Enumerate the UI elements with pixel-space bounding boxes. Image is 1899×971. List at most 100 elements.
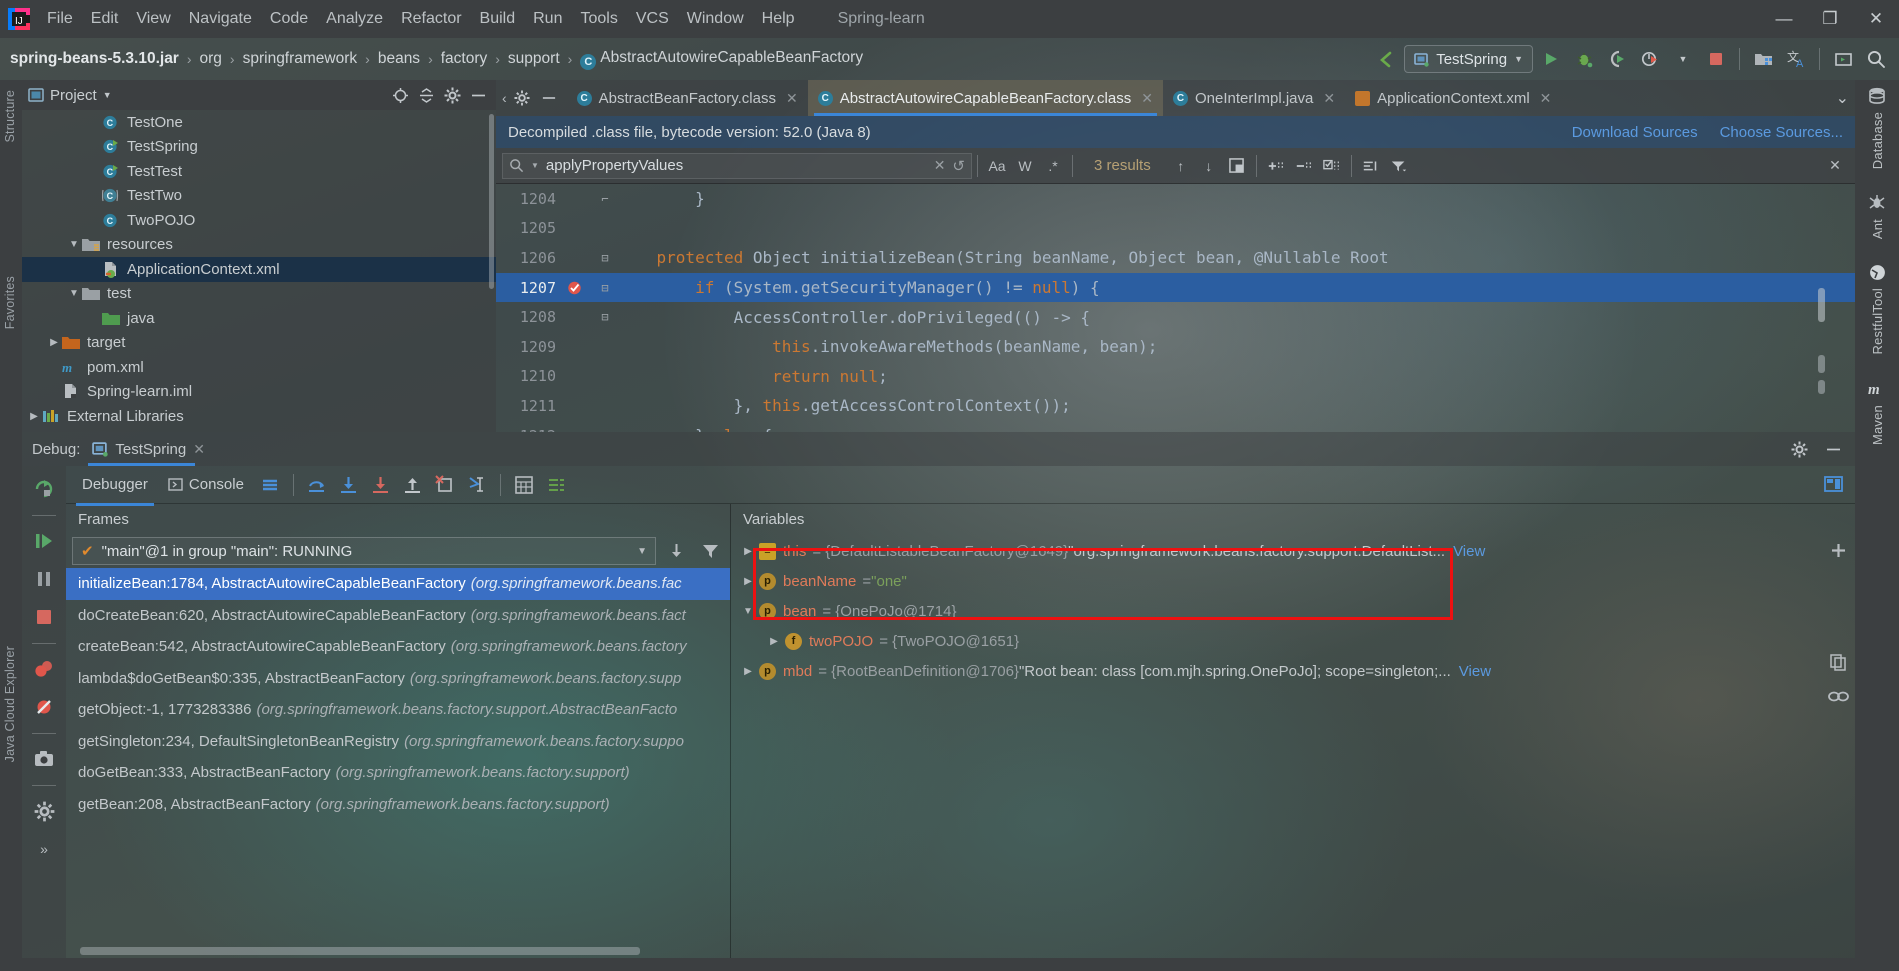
find-input[interactable] xyxy=(545,157,927,174)
tab-console[interactable]: Console xyxy=(160,470,252,499)
menu-item-code[interactable]: Code xyxy=(261,7,317,31)
menu-item-run[interactable]: Run xyxy=(524,7,571,31)
terminal-icon[interactable] xyxy=(1828,44,1858,74)
run-configuration-selector[interactable]: TestSpring ▼ xyxy=(1404,45,1533,73)
run-icon[interactable] xyxy=(1536,44,1566,74)
variable-view-link[interactable]: View xyxy=(1459,663,1491,680)
gear-icon[interactable] xyxy=(1787,437,1811,461)
find-close-button[interactable]: ✕ xyxy=(1821,153,1849,179)
gear-icon[interactable] xyxy=(27,794,61,828)
show-execution-point-icon[interactable] xyxy=(256,471,284,499)
editor-tab-1[interactable]: C AbstractAutowireCapableBeanFactory.clas… xyxy=(807,80,1163,116)
tree-item[interactable]: C TestTwo xyxy=(22,184,496,209)
hide-panel-icon[interactable] xyxy=(1821,437,1845,461)
left-strip-label-cloud[interactable]: Java Cloud Explorer xyxy=(3,640,17,768)
menu-item-view[interactable]: View xyxy=(127,7,179,31)
tree-item[interactable]: C TestTest xyxy=(22,159,496,184)
editor-tab-2[interactable]: C OneInterImpl.java ✕ xyxy=(1163,80,1345,116)
frames-list[interactable]: initializeBean:1784, AbstractAutowireCap… xyxy=(66,568,730,971)
expand-arrow-icon[interactable]: ▶ xyxy=(737,546,759,557)
expand-arrow-icon[interactable]: ▶ xyxy=(737,666,759,677)
code-line[interactable]: 1208 ⊟ AccessController.doPrivileged(() -… xyxy=(496,302,1855,332)
close-button[interactable]: ✕ xyxy=(1853,0,1899,38)
collapse-all-icon[interactable] xyxy=(414,83,438,107)
filter-icon[interactable] xyxy=(696,537,724,565)
editor-vertical-scrollbar[interactable] xyxy=(1818,288,1825,322)
step-into-icon[interactable] xyxy=(335,471,363,499)
locate-icon[interactable] xyxy=(388,83,412,107)
variable-row[interactable]: ▶ p beanName = "one" xyxy=(731,566,1855,596)
tree-item[interactable]: ▼ resources xyxy=(22,233,496,258)
tree-item[interactable]: Spring-learn.iml xyxy=(22,380,496,405)
more-icon[interactable]: » xyxy=(27,832,61,866)
search-everywhere-icon[interactable] xyxy=(1861,44,1891,74)
select-all-occurrences-icon[interactable] xyxy=(1318,153,1346,179)
menu-item-file[interactable]: File xyxy=(38,7,82,31)
code-line[interactable]: 1211 }, this.getAccessControlContext()); xyxy=(496,391,1855,421)
menu-item-window[interactable]: Window xyxy=(678,7,753,31)
breadcrumb-item-1[interactable]: org xyxy=(196,48,226,70)
code-line[interactable]: 1204 ⌐ } xyxy=(496,184,1855,214)
chevron-down-icon[interactable]: ▼ xyxy=(1668,44,1698,74)
screenshot-icon[interactable] xyxy=(27,742,61,776)
thread-selector[interactable]: ✔ "main"@1 in group "main": RUNNING ▼ xyxy=(72,537,656,565)
variable-view-link[interactable]: View xyxy=(1453,543,1485,560)
variable-row[interactable]: ▶ f twoPOJO = {TwoPOJO@1651} xyxy=(731,626,1855,656)
add-watch-icon[interactable] xyxy=(1825,538,1851,562)
find-prev-button[interactable]: ↑ xyxy=(1167,153,1195,179)
evaluate-icon[interactable] xyxy=(510,471,538,499)
frame-row[interactable]: getBean:208, AbstractBeanFactory (org.spr… xyxy=(66,789,730,821)
breadcrumb-item-6[interactable]: C AbstractAutowireCapableBeanFactory xyxy=(576,47,867,72)
right-tool-database[interactable]: Database xyxy=(1867,86,1887,175)
view-breakpoints-icon[interactable] xyxy=(27,652,61,686)
left-strip-label-favorites[interactable]: Favorites xyxy=(3,270,17,335)
editor-tab-3[interactable]: ApplicationContext.xml ✕ xyxy=(1345,80,1561,116)
tree-item[interactable]: m pom.xml xyxy=(22,355,496,380)
code-line[interactable]: 1206 ⊟ protected Object initializeBean(St… xyxy=(496,243,1855,273)
tree-item[interactable]: C TwoPOJO xyxy=(22,208,496,233)
menu-item-tools[interactable]: Tools xyxy=(571,7,626,31)
menu-item-analyze[interactable]: Analyze xyxy=(317,7,392,31)
variables-tree[interactable]: ▶ ≡ this = {DefaultListableBeanFactory@1649… xyxy=(731,534,1855,971)
threads-view-icon[interactable] xyxy=(542,471,570,499)
chevron-down-icon[interactable]: ▼ xyxy=(637,546,647,557)
project-structure-icon[interactable] xyxy=(1748,44,1778,74)
remove-occurrence-icon[interactable] xyxy=(1290,153,1318,179)
download-sources-link[interactable]: Download Sources xyxy=(1572,124,1698,141)
choose-sources-link[interactable]: Choose Sources... xyxy=(1720,124,1843,141)
copy-icon[interactable] xyxy=(1825,650,1851,674)
code-line[interactable]: 1209 this.invokeAwareMethods(beanName, b… xyxy=(496,332,1855,362)
expand-arrow-icon[interactable]: ▶ xyxy=(737,576,759,587)
code-editor[interactable]: 1204 ⌐ } 1205 1206 ⊟ protected Object initia… xyxy=(496,184,1855,432)
code-line[interactable]: 1205 xyxy=(496,214,1855,244)
tree-item[interactable]: java xyxy=(22,306,496,331)
editor-tabs-overflow[interactable]: ⌄ xyxy=(1836,80,1855,116)
breadcrumb-item-5[interactable]: support xyxy=(504,48,564,70)
frame-row[interactable]: createBean:542, AbstractAutowireCapableB… xyxy=(66,631,730,663)
fold-marker-icon[interactable]: ⊟ xyxy=(592,310,618,324)
expand-arrow-icon[interactable]: ▼ xyxy=(66,288,82,299)
frame-row[interactable]: initializeBean:1784, AbstractAutowireCap… xyxy=(66,568,730,600)
tab-debugger[interactable]: Debugger xyxy=(74,470,156,506)
frame-row[interactable]: doGetBean:333, AbstractBeanFactory (org.s… xyxy=(66,757,730,789)
tree-item[interactable]: ▶ target xyxy=(22,331,496,356)
minimize-button[interactable]: — xyxy=(1761,0,1807,38)
fold-marker-icon[interactable]: ⊟ xyxy=(592,281,618,295)
close-icon[interactable]: ✕ xyxy=(1323,90,1335,107)
frame-row[interactable]: lambda$doGetBean$0:335, AbstractBeanFact… xyxy=(66,663,730,695)
frame-row[interactable]: doCreateBean:620, AbstractAutowireCapabl… xyxy=(66,600,730,632)
close-icon[interactable]: ✕ xyxy=(1141,90,1153,107)
regex-toggle[interactable]: .* xyxy=(1039,153,1067,179)
find-clear-icon[interactable]: ✕ xyxy=(934,157,946,174)
menu-item-refactor[interactable]: Refactor xyxy=(392,7,470,31)
find-history-chevron-icon[interactable]: ▼ xyxy=(531,161,539,170)
select-all-occurrences-button[interactable] xyxy=(1223,153,1251,179)
variable-row[interactable]: ▶ p mbd = {RootBeanDefinition@1706} "Root b… xyxy=(731,656,1855,686)
mute-breakpoints-icon[interactable] xyxy=(27,690,61,724)
hide-panel-icon[interactable] xyxy=(466,83,490,107)
tabs-left-chevron-icon[interactable]: ‹ xyxy=(502,90,507,106)
tree-item[interactable]: ▶ External Libraries xyxy=(22,404,496,429)
project-tree-scrollbar[interactable] xyxy=(489,114,494,289)
profiler-icon[interactable] xyxy=(1635,44,1665,74)
right-tool-ant[interactable]: Ant xyxy=(1867,193,1887,245)
